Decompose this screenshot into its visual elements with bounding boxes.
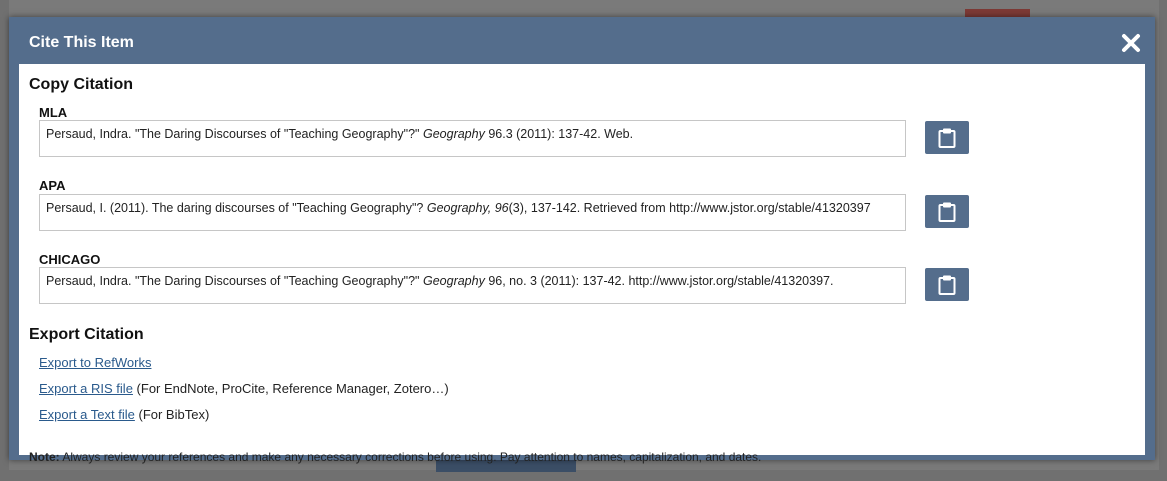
export-refworks-link[interactable]: Export to RefWorks [39, 355, 151, 370]
export-suffix: (For EndNote, ProCite, Reference Manager… [132, 381, 449, 396]
citation-journal: Geography [422, 274, 485, 288]
export-ris-link[interactable]: Export a RIS file [39, 381, 133, 396]
citation-text: 96, no. 3 (2011): 137-42. http://www.jst… [484, 274, 834, 288]
export-refworks-row: Export to RefWorks [39, 355, 151, 370]
citation-note: Note: Always review your references and … [29, 450, 761, 464]
export-text-row: Export a Text file (For BibTex) [39, 407, 209, 422]
clipboard-icon [938, 128, 956, 148]
export-ris-row: Export a RIS file (For EndNote, ProCite,… [39, 381, 449, 396]
modal-body: Copy Citation MLA Persaud, Indra. "The D… [19, 64, 1145, 464]
modal-header: Cite This Item [9, 17, 1155, 64]
clipboard-icon [938, 202, 956, 222]
export-suffix: (For BibTex) [134, 407, 210, 422]
mla-label: MLA [39, 105, 68, 120]
note-text: Always review your references and make a… [59, 450, 762, 464]
citation-text: Persaud, Indra. "The Daring Discourses o… [46, 127, 423, 141]
close-icon[interactable] [1120, 32, 1142, 54]
cite-modal: Cite This Item Copy Citation MLA Persaud… [9, 17, 1155, 464]
apa-label: APA [39, 178, 66, 193]
chicago-label: CHICAGO [39, 252, 101, 267]
copy-chicago-button[interactable] [925, 268, 969, 301]
modal-title: Cite This Item [29, 34, 134, 51]
export-text-link[interactable]: Export a Text file [39, 407, 135, 422]
note-label: Note: [29, 450, 60, 464]
chicago-citation-field[interactable]: Persaud, Indra. "The Daring Discourses o… [39, 267, 906, 304]
copy-apa-button[interactable] [925, 195, 969, 228]
copy-citation-heading: Copy Citation [29, 76, 133, 93]
mla-citation-field[interactable]: Persaud, Indra. "The Daring Discourses o… [39, 120, 906, 157]
citation-journal: Geography, 96 [426, 201, 509, 215]
citation-text: (3), 137-142. Retrieved from http://www.… [508, 201, 871, 215]
citation-text: Persaud, Indra. "The Daring Discourses o… [46, 274, 423, 288]
citation-journal: Geography [422, 127, 485, 141]
copy-mla-button[interactable] [925, 121, 969, 154]
export-citation-heading: Export Citation [29, 326, 144, 343]
clipboard-icon [938, 275, 956, 295]
apa-citation-field[interactable]: Persaud, I. (2011). The daring discourse… [39, 194, 906, 231]
citation-text: Persaud, I. (2011). The daring discourse… [46, 201, 427, 215]
citation-text: 96.3 (2011): 137-42. Web. [484, 127, 634, 141]
